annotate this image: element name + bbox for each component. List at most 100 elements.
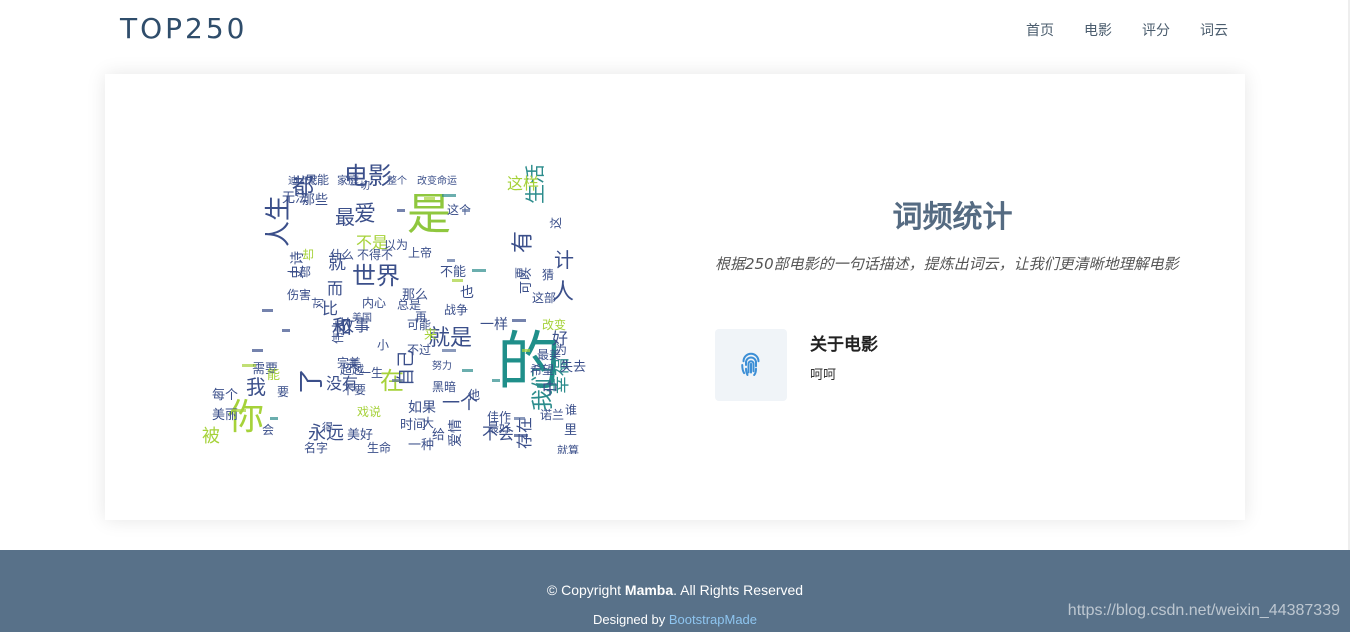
wordcloud-word: 更 [514,267,528,279]
section-description: 根据250部电影的一句话描述，提炼出词云，让我们更清晰地理解电影 [715,255,1179,273]
wordcloud-word: 失去 [560,360,586,375]
wordcloud-word: 存在 [515,417,534,449]
wordcloud-word: 这样 [507,174,539,193]
fingerprint-icon [741,352,760,376]
main-nav: 首页 电影 评分 词云 [1026,20,1228,40]
wordcloud-filler [232,409,246,412]
watermark: https://blog.csdn.net/weixin_44387339 [1067,602,1340,619]
wordcloud-word: 迪士尼 [288,174,318,187]
wordcloud-filler [472,269,486,272]
wordcloud-filler [392,379,403,382]
wordcloud-word: 爱情 [448,419,464,447]
wordcloud-word: 会 [262,423,274,437]
wordcloud-word: 却 [302,248,314,262]
wordcloud-word: 世界 [352,262,400,290]
wordcloud-word: 得 [322,421,333,434]
wordcloud-word: 也 [460,285,474,301]
wordcloud-filler [514,417,525,420]
wordcloud-word: 伤害 [287,287,311,302]
feature-text: 呵呵 [810,368,837,383]
wordcloud-word: 不过 [407,343,431,357]
wordcloud-word: 一样 [480,317,508,333]
wordcloud-word: 对 [311,297,325,309]
wordcloud-filler [424,197,435,200]
wordcloud-filler [270,417,278,420]
wordcloud-word: 为 [555,343,567,357]
wordcloud-word: 而 [327,279,343,298]
wordcloud-word: 伟大 [331,320,345,344]
wordcloud-filler [397,209,405,212]
wordcloud-word: 大 [422,416,434,430]
wordcloud-word: 要 [277,385,289,399]
wordcloud-word: 美国 [352,311,372,324]
nav-ratings[interactable]: 评分 [1142,20,1170,40]
wordcloud-section: 的是你人生 电影 世界 我们人就是了在都最爱有生活 这样计和永远 不会被我自己 没有 一个 不是… [105,74,1245,520]
wordcloud-word: 整个 [387,174,407,187]
wordcloud-word: 内心 [362,296,386,310]
wordcloud-filler [447,259,455,262]
wordcloud-word: 名字 [304,440,328,454]
copyright-suffix: . All Rights Reserved [673,582,804,598]
nav-movies[interactable]: 电影 [1084,20,1112,40]
wordcloud-filler [452,279,463,282]
designed-by-label: Designed by [592,612,669,627]
section-title: 词频统计 [892,200,1013,235]
wordcloud-filler [442,194,456,197]
wordcloud-word: 最好 [487,421,511,435]
feature-icon-box [715,329,787,401]
wordcloud-word: 那些 [302,193,328,208]
wordcloud-word: 最 [335,205,355,229]
wordcloud-word: 以为 [384,238,408,252]
wordcloud-word: 一切 [350,180,370,192]
designer-link[interactable]: BootstrapMade [669,612,757,627]
wordcloud-filler [462,209,470,212]
wordcloud-word: 什么 [330,248,354,262]
wordcloud-filler [442,349,456,352]
wordcloud-word: 每个 [212,387,238,403]
wordcloud-word: 里 [564,423,577,438]
wordcloud-word: 希望 [530,362,554,377]
nav-wordcloud[interactable]: 词云 [1200,20,1228,40]
wordcloud-word: 如果 [408,400,436,416]
wordcloud-word: 不要 [342,383,366,397]
site-footer: © Copyright Mamba. All Rights Reserved D… [0,550,1350,632]
wordcloud-word: 戏说 [357,404,381,419]
wordcloud-word: 谁 [565,403,577,417]
feature-title: 关于电影 [810,335,878,355]
wordcloud-filler [242,364,256,367]
site-logo[interactable]: TOP250 [120,12,247,45]
wordcloud-image: 的是你人生电影世界我们人就是了 在都最 爱有生活这样计和永远 不会被我自己没有一个不是… [202,162,586,454]
copyright-text: © Copyright Mamba. All Rights Reserved [0,582,1350,598]
nav-home[interactable]: 首页 [1026,20,1054,40]
wordcloud-word: 努力 [432,359,452,372]
copyright-prefix: © Copyright [546,582,625,598]
wordcloud-filler [462,369,473,372]
wordcloud-word: 这部 [532,290,556,305]
wordcloud-word: 改变命运 [417,174,457,187]
wordcloud-word: 来 [424,328,437,343]
wordcloud-word: 能 [267,368,280,383]
wordcloud-word: 生命 [367,440,391,454]
wordcloud-filler [282,329,290,332]
wordcloud-word: 了 [297,368,327,394]
wordcloud-word: 他 [468,388,480,402]
wordcloud-filler [514,434,528,437]
wordcloud-filler [252,349,263,352]
wordcloud-word: 给 [432,428,445,443]
wordcloud-filler [262,309,273,312]
wordcloud-filler [512,319,526,322]
wordcloud-filler [492,379,500,382]
wordcloud-word: 被 [202,426,220,447]
wordcloud-word: 猜 [542,268,554,282]
wordcloud-word: 不能 [440,265,466,280]
wordcloud-word: 我 [246,375,266,399]
wordcloud-word: 一种 [408,438,434,453]
wordcloud-word: 小 [377,338,389,352]
wordcloud-word: 诺兰 [540,408,564,422]
wordcloud-word: 一部 [287,264,311,279]
wordcloud-word: 战争 [444,303,468,317]
wordcloud-word: 计 [554,248,574,272]
wordcloud-word: 黑暗 [432,379,456,394]
wordcloud-word: 改变 [542,317,566,332]
wordcloud-word: 超越 [340,362,364,377]
